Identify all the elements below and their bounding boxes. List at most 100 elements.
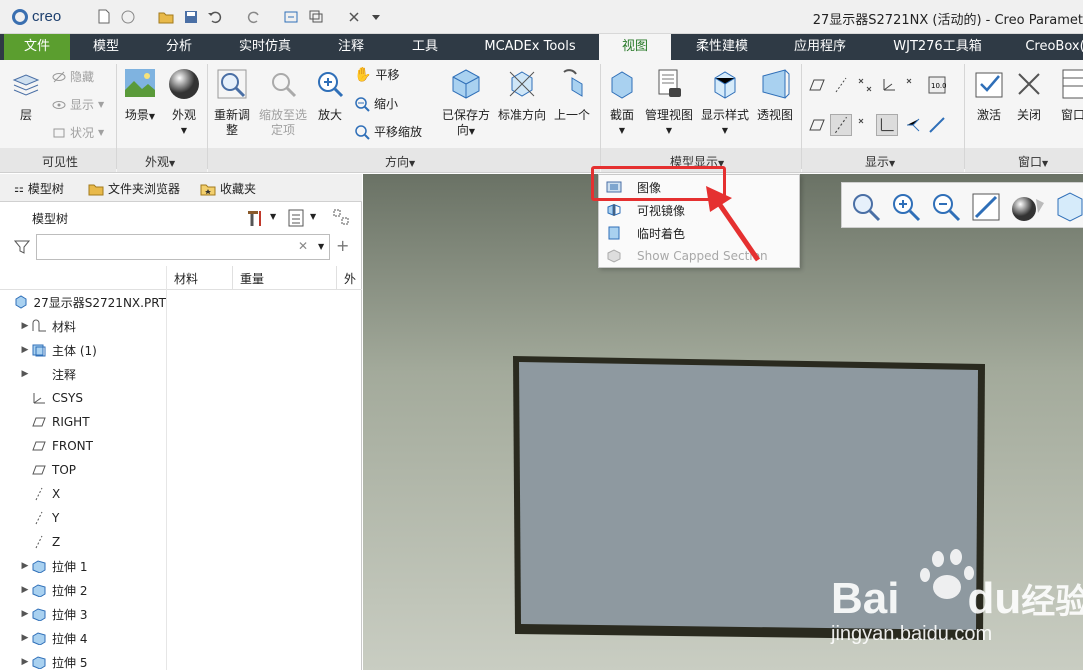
tree-item[interactable]: ▶ 拉伸 2 — [0, 578, 166, 602]
tree-item[interactable]: ▶ 拉伸 1 — [0, 554, 166, 578]
tab-model[interactable]: 模型 — [72, 34, 140, 60]
appearance-button[interactable]: 外观 ▼ — [164, 68, 204, 138]
hide-button[interactable]: 隐藏 — [52, 68, 94, 85]
open-icon[interactable] — [120, 9, 136, 24]
expand-icon[interactable]: ▶ — [20, 561, 30, 571]
add-filter-icon[interactable]: + — [336, 236, 349, 255]
mirror-icon — [599, 203, 629, 217]
search-input[interactable] — [36, 234, 330, 260]
tab-favorites[interactable]: 收藏夹 — [200, 180, 256, 197]
customize-qa-icon[interactable] — [371, 9, 381, 24]
expand-icon[interactable]: ▶ — [20, 321, 30, 331]
perspective-button[interactable]: 透视图 — [756, 68, 794, 123]
tab-applications[interactable]: 应用程序 — [780, 34, 860, 60]
expand-icon[interactable]: ▶ — [20, 657, 30, 667]
tree-root[interactable]: 27显示器S2721NX.PRT — [0, 290, 166, 314]
tab-model-tree[interactable]: ⚏ 模型树 — [14, 180, 64, 197]
zoom-to-selected-button[interactable]: 缩放至选 定项 — [256, 68, 310, 138]
tab-view[interactable]: 视图 — [599, 34, 671, 60]
standard-orientation-button[interactable]: 标准方向 — [496, 68, 548, 123]
status-button[interactable]: 状况 ▼ — [52, 124, 104, 141]
saved-orientations-button[interactable]: 已保存方 向▼ — [440, 68, 492, 139]
tab-wjt276-toolbox[interactable]: WJT276工具箱 — [880, 34, 995, 60]
group-label-window[interactable]: 窗口▼ — [1018, 153, 1048, 169]
show-dropdown-icon[interactable]: ▼ — [310, 212, 316, 221]
spin-center-icon[interactable]: 10.0 — [928, 76, 946, 94]
tree-item[interactable]: ▶ 拉伸 3 — [0, 602, 166, 626]
show-list-icon[interactable] — [286, 208, 306, 228]
filter-dropdown-icon[interactable]: ▼ — [318, 242, 324, 251]
tree-item[interactable]: CSYS — [0, 386, 166, 410]
tab-live-simulation[interactable]: 实时仿真 — [225, 34, 305, 60]
tree-item[interactable]: ▶ 材料 — [0, 314, 166, 338]
plane-display-icon[interactable] — [808, 76, 826, 94]
settings-dropdown-icon[interactable]: ▼ — [270, 212, 276, 221]
tree-item[interactable]: RIGHT — [0, 410, 166, 434]
annotation-display-icon[interactable] — [904, 76, 922, 94]
expand-icon[interactable]: ▶ — [20, 345, 30, 355]
tree-item[interactable]: X — [0, 482, 166, 506]
activate-button[interactable]: 激活 — [970, 68, 1008, 123]
tree-item[interactable]: FRONT — [0, 434, 166, 458]
expand-icon[interactable]: ▶ — [20, 585, 30, 595]
clear-icon[interactable]: ✕ — [298, 239, 308, 253]
dropdown-item-label: 可视镜像 — [637, 203, 686, 218]
column-material[interactable]: 材料 — [174, 270, 198, 287]
dropdown-item-label: 临时着色 — [637, 226, 686, 241]
column-weight[interactable]: 重量 — [240, 270, 264, 287]
close-button[interactable]: 关闭 — [1010, 68, 1048, 123]
previous-orientation-button[interactable]: 上一个 — [552, 68, 592, 123]
close-window-icon[interactable] — [346, 9, 362, 24]
tab-creobox[interactable]: CreoBox( — [1020, 34, 1083, 60]
zoom-in-button[interactable]: 放大 — [312, 68, 348, 123]
settings-tools-icon[interactable] — [244, 208, 266, 228]
csys-tag-icon[interactable] — [876, 114, 898, 136]
tree-item[interactable]: Y — [0, 506, 166, 530]
csys-display-icon[interactable] — [880, 76, 898, 94]
tab-folder-browser[interactable]: 文件夹浏览器 — [88, 180, 180, 197]
branch-icon[interactable] — [904, 116, 922, 134]
refit-button[interactable]: 重新调 整 — [210, 68, 254, 138]
manage-views-button[interactable]: 管理视图 ▼ — [642, 68, 696, 138]
undo-icon[interactable] — [207, 9, 223, 24]
display-style-button[interactable]: 显示样式 ▼ — [698, 68, 752, 138]
windows-icon[interactable] — [308, 9, 324, 24]
expand-icon[interactable]: ▶ — [20, 609, 30, 619]
redo-icon[interactable] — [246, 9, 262, 24]
expand-icon[interactable]: ▶ — [20, 633, 30, 643]
tab-tools[interactable]: 工具 — [394, 34, 456, 60]
pan-button[interactable]: ✋ 平移 — [354, 66, 399, 83]
tree-item[interactable]: ▶ 拉伸 5 — [0, 650, 166, 670]
save-icon[interactable] — [183, 9, 199, 24]
tab-mcadex-tools[interactable]: MCADEx Tools — [470, 34, 590, 60]
column-appearance[interactable]: 外 — [344, 270, 356, 287]
show-button[interactable]: 显示 ▼ — [52, 96, 104, 113]
folder-open-icon[interactable] — [158, 9, 174, 24]
tree-item[interactable]: Z — [0, 530, 166, 554]
group-label-show[interactable]: 显示▼ — [865, 153, 895, 169]
pen-icon[interactable] — [928, 116, 946, 134]
tab-file[interactable]: 文件 — [4, 34, 70, 60]
point-display-icon[interactable] — [856, 76, 874, 94]
tree-item[interactable]: ▶ 注释 — [0, 362, 166, 386]
plane-tag-icon[interactable] — [808, 116, 826, 134]
new-file-icon[interactable] — [96, 9, 112, 24]
tree-item[interactable]: ▶ 拉伸 4 — [0, 626, 166, 650]
axis-display-icon[interactable] — [832, 76, 850, 94]
section-button[interactable]: 截面 ▼ — [604, 68, 640, 138]
regenerate-icon[interactable] — [283, 9, 299, 24]
axis-tag-icon[interactable] — [830, 114, 852, 136]
tree-item[interactable]: ▶ 主体 (1) — [0, 338, 166, 362]
zoom-out-button[interactable]: 缩小 — [354, 95, 398, 112]
point-tag-icon[interactable] — [856, 116, 874, 134]
tab-analysis[interactable]: 分析 — [145, 34, 213, 60]
expand-icon[interactable]: ▶ — [20, 369, 30, 379]
pan-zoom-button[interactable]: 平移缩放 — [354, 123, 422, 140]
window-button[interactable]: 窗口 — [1058, 68, 1083, 123]
tab-annotate[interactable]: 注释 — [320, 34, 382, 60]
layer-button[interactable]: 层 — [6, 68, 46, 123]
tree-filter-icon[interactable] — [332, 208, 354, 228]
tree-item[interactable]: TOP — [0, 458, 166, 482]
scene-button[interactable]: 场景▼ — [120, 68, 160, 124]
tab-flexible-modeling[interactable]: 柔性建模 — [682, 34, 762, 60]
